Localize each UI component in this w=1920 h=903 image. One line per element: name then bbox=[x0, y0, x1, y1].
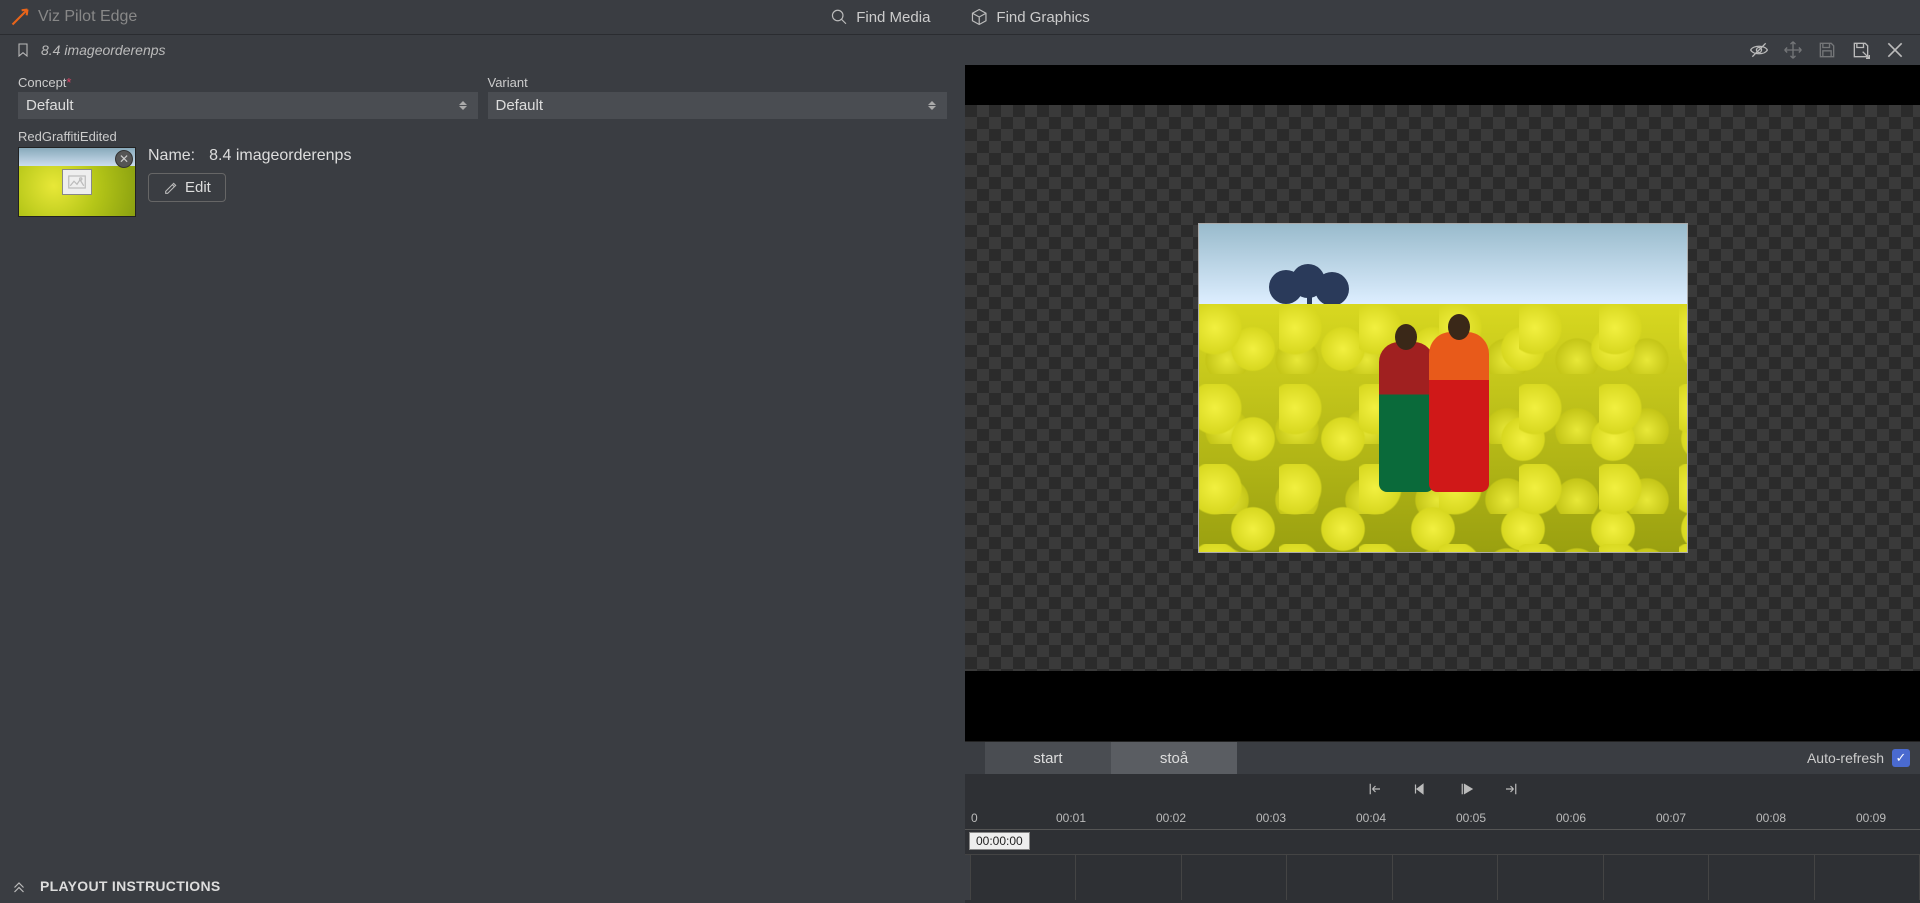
ruler-tick: 00:08 bbox=[1756, 811, 1786, 825]
skip-back-icon bbox=[1365, 780, 1383, 798]
move-icon bbox=[1783, 40, 1803, 60]
image-placeholder-icon bbox=[62, 169, 92, 195]
visibility-off-button[interactable] bbox=[1749, 40, 1769, 60]
skip-forward-icon bbox=[1503, 780, 1521, 798]
save-as-button[interactable] bbox=[1851, 40, 1871, 60]
preview-image bbox=[1198, 223, 1688, 553]
skip-forward-button[interactable] bbox=[1503, 780, 1521, 803]
transport-controls bbox=[965, 774, 1920, 808]
chevron-updown-icon bbox=[925, 101, 939, 110]
find-graphics-button[interactable]: Find Graphics bbox=[970, 8, 1089, 26]
ruler-tick: 00:01 bbox=[1056, 811, 1086, 825]
toolbar-icons bbox=[1749, 40, 1905, 60]
left-panel: Concept* Default Variant Default RedGraf… bbox=[0, 65, 965, 903]
timeline-marker[interactable]: 00:00:00 bbox=[969, 832, 1030, 850]
track-cell[interactable] bbox=[1709, 855, 1814, 900]
ruler-tick: 00:03 bbox=[1256, 811, 1286, 825]
variant-dropdown[interactable]: Default bbox=[488, 92, 948, 119]
tab-stop[interactable]: stoå bbox=[1111, 742, 1237, 774]
arrow-logo-icon bbox=[10, 7, 30, 27]
tab-start[interactable]: start bbox=[985, 742, 1111, 774]
ruler-tick: 00:02 bbox=[1156, 811, 1186, 825]
preview-area bbox=[965, 65, 1920, 741]
app-title: Viz Pilot Edge bbox=[38, 8, 137, 26]
chevron-up-double-icon bbox=[10, 877, 28, 895]
save-as-icon bbox=[1851, 40, 1871, 60]
media-item-row: ✕ Name: 8.4 imageorderenps Edit bbox=[18, 147, 947, 217]
find-media-button[interactable]: Find Media bbox=[830, 8, 930, 26]
ruler-tick: 00:07 bbox=[1656, 811, 1686, 825]
track-cell[interactable] bbox=[1287, 855, 1392, 900]
breadcrumb: 8.4 imageorderenps bbox=[15, 42, 166, 58]
timeline-ruler: 0 00:01 00:02 00:03 00:04 00:05 00:06 00:07 00:0… bbox=[965, 808, 1920, 830]
track-cell[interactable] bbox=[1498, 855, 1603, 900]
breadcrumb-bar: 8.4 imageorderenps bbox=[0, 35, 1920, 65]
close-button[interactable] bbox=[1885, 40, 1905, 60]
close-icon bbox=[1885, 40, 1905, 60]
ruler-tick: 00:06 bbox=[1556, 811, 1586, 825]
concept-value: Default bbox=[26, 97, 74, 114]
search-icon bbox=[830, 8, 848, 26]
concept-label: Concept* bbox=[18, 75, 478, 90]
find-media-label: Find Media bbox=[856, 9, 930, 26]
right-panel: start stoå Auto-refresh ✓ 0 00:01 00:02 00:… bbox=[965, 65, 1920, 903]
controls-bar: start stoå Auto-refresh ✓ 0 00:01 00:02 00:… bbox=[965, 741, 1920, 903]
skip-back-button[interactable] bbox=[1365, 780, 1383, 803]
find-graphics-label: Find Graphics bbox=[996, 9, 1089, 26]
save-button[interactable] bbox=[1817, 40, 1837, 60]
top-bar: Viz Pilot Edge Find Media Find Graphics bbox=[0, 0, 1920, 35]
playout-instructions-toggle[interactable]: PLAYOUT INSTRUCTIONS bbox=[0, 877, 965, 895]
main: Concept* Default Variant Default RedGraf… bbox=[0, 65, 1920, 903]
name-value: 8.4 imageorderenps bbox=[209, 147, 351, 165]
save-icon bbox=[1817, 40, 1837, 60]
track-cell[interactable] bbox=[1815, 855, 1920, 900]
pencil-icon bbox=[163, 180, 179, 196]
ruler-tick: 00:04 bbox=[1356, 811, 1386, 825]
variant-label: Variant bbox=[488, 75, 948, 90]
media-field-label: RedGraffitiEdited bbox=[18, 129, 947, 144]
auto-refresh-label: Auto-refresh bbox=[1807, 750, 1884, 766]
play-button[interactable] bbox=[1457, 780, 1475, 803]
timeline-track[interactable] bbox=[965, 854, 1920, 900]
eye-off-icon bbox=[1749, 40, 1769, 60]
step-back-icon bbox=[1411, 780, 1429, 798]
concept-dropdown[interactable]: Default bbox=[18, 92, 478, 119]
track-cell[interactable] bbox=[1604, 855, 1709, 900]
media-thumbnail[interactable]: ✕ bbox=[18, 147, 136, 217]
track-cell[interactable] bbox=[1182, 855, 1287, 900]
edit-label: Edit bbox=[185, 179, 211, 196]
bookmark-icon bbox=[15, 42, 31, 58]
app-logo: Viz Pilot Edge bbox=[10, 7, 137, 27]
variant-value: Default bbox=[496, 97, 544, 114]
remove-media-button[interactable]: ✕ bbox=[115, 150, 133, 168]
track-cell[interactable] bbox=[971, 855, 1076, 900]
timeline[interactable]: 0 00:01 00:02 00:03 00:04 00:05 00:06 00:07 00:0… bbox=[965, 808, 1920, 903]
cube-icon bbox=[970, 8, 988, 26]
move-button[interactable] bbox=[1783, 40, 1803, 60]
play-icon bbox=[1457, 780, 1475, 798]
ruler-tick: 00:09 bbox=[1856, 811, 1886, 825]
track-cell[interactable] bbox=[1393, 855, 1498, 900]
playout-label: PLAYOUT INSTRUCTIONS bbox=[40, 878, 221, 894]
breadcrumb-title: 8.4 imageorderenps bbox=[41, 42, 166, 58]
ruler-tick: 0 bbox=[971, 811, 978, 825]
name-label: Name: bbox=[148, 147, 195, 165]
chevron-updown-icon bbox=[456, 101, 470, 110]
step-back-button[interactable] bbox=[1411, 780, 1429, 803]
track-cell[interactable] bbox=[1076, 855, 1181, 900]
edit-button[interactable]: Edit bbox=[148, 173, 226, 202]
ruler-tick: 00:05 bbox=[1456, 811, 1486, 825]
auto-refresh-checkbox[interactable]: ✓ bbox=[1892, 749, 1910, 767]
